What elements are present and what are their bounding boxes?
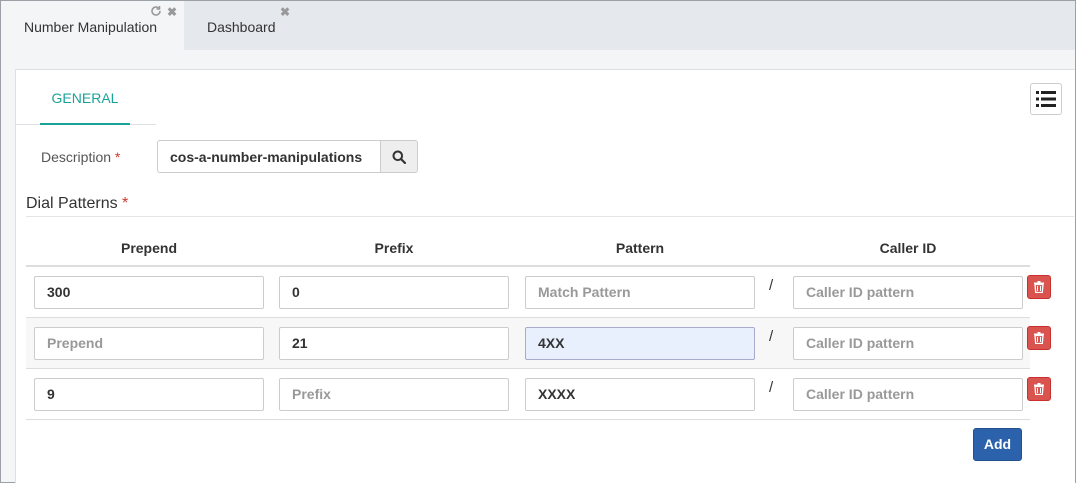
- tab-label: Dashboard: [207, 19, 276, 35]
- trash-icon: [1034, 281, 1044, 293]
- dial-patterns-title: Dial Patterns *: [26, 195, 128, 213]
- prefix-input[interactable]: 21: [279, 327, 509, 360]
- prepend-input[interactable]: Prepend: [34, 327, 264, 360]
- prepend-input[interactable]: 300: [34, 276, 264, 309]
- required-mark: *: [114, 149, 121, 165]
- delete-row-button[interactable]: [1027, 275, 1051, 299]
- section-title-text: Dial Patterns: [26, 195, 118, 212]
- dial-pattern-row: 300 0 Match Pattern / Caller ID pattern: [26, 267, 1030, 318]
- workspace: GENERAL Description * Dial Patterns: [1, 50, 1075, 483]
- add-pattern-button[interactable]: Add: [973, 428, 1022, 461]
- prepend-input[interactable]: 9: [34, 378, 264, 411]
- delete-row-button[interactable]: [1027, 377, 1051, 401]
- tab-general[interactable]: GENERAL: [40, 70, 130, 125]
- tab-label: Number Manipulation: [24, 19, 158, 35]
- description-field-group: [157, 140, 418, 173]
- column-header-caller-id: Caller ID: [879, 240, 937, 256]
- separator: /: [769, 328, 774, 345]
- tab-dashboard[interactable]: Dashboard ✖: [184, 1, 294, 50]
- close-icon[interactable]: ✖: [167, 6, 177, 18]
- search-button[interactable]: [380, 140, 418, 173]
- column-header-prepend: Prepend: [120, 240, 177, 256]
- prefix-input[interactable]: Prefix: [279, 378, 509, 411]
- tab-bar: Number Manipulation ✖ Dashboard ✖: [1, 1, 1075, 50]
- pattern-input[interactable]: 4XX: [525, 327, 755, 360]
- separator: /: [769, 277, 774, 294]
- dial-pattern-row: Prepend 21 4XX / Caller ID pattern: [26, 318, 1030, 369]
- dial-pattern-row: 9 Prefix XXXX / Caller ID pattern: [26, 369, 1030, 420]
- description-input[interactable]: [157, 140, 380, 173]
- divider: [26, 216, 1074, 217]
- description-label-text: Description: [41, 149, 112, 165]
- trash-icon: [1034, 332, 1044, 344]
- column-header-pattern: Pattern: [615, 240, 665, 256]
- sub-tabs: GENERAL: [16, 70, 156, 125]
- required-mark: *: [122, 195, 129, 212]
- form-panel: GENERAL Description * Dial Patterns: [15, 69, 1075, 483]
- close-icon[interactable]: ✖: [280, 6, 290, 18]
- list-view-button[interactable]: [1030, 83, 1062, 115]
- tab-number-manipulation[interactable]: Number Manipulation ✖: [1, 1, 184, 50]
- prefix-input[interactable]: 0: [279, 276, 509, 309]
- trash-icon: [1034, 383, 1044, 395]
- caller-id-input[interactable]: Caller ID pattern: [793, 276, 1023, 309]
- search-icon: [392, 150, 406, 164]
- delete-row-button[interactable]: [1027, 326, 1051, 350]
- list-icon: [1036, 91, 1056, 107]
- caller-id-input[interactable]: Caller ID pattern: [793, 378, 1023, 411]
- pattern-input[interactable]: XXXX: [525, 378, 755, 411]
- refresh-icon[interactable]: [150, 5, 162, 19]
- caller-id-input[interactable]: Caller ID pattern: [793, 327, 1023, 360]
- column-header-prefix: Prefix: [374, 240, 414, 256]
- separator: /: [769, 379, 774, 396]
- pattern-input[interactable]: Match Pattern: [525, 276, 755, 309]
- description-label: Description *: [41, 149, 120, 165]
